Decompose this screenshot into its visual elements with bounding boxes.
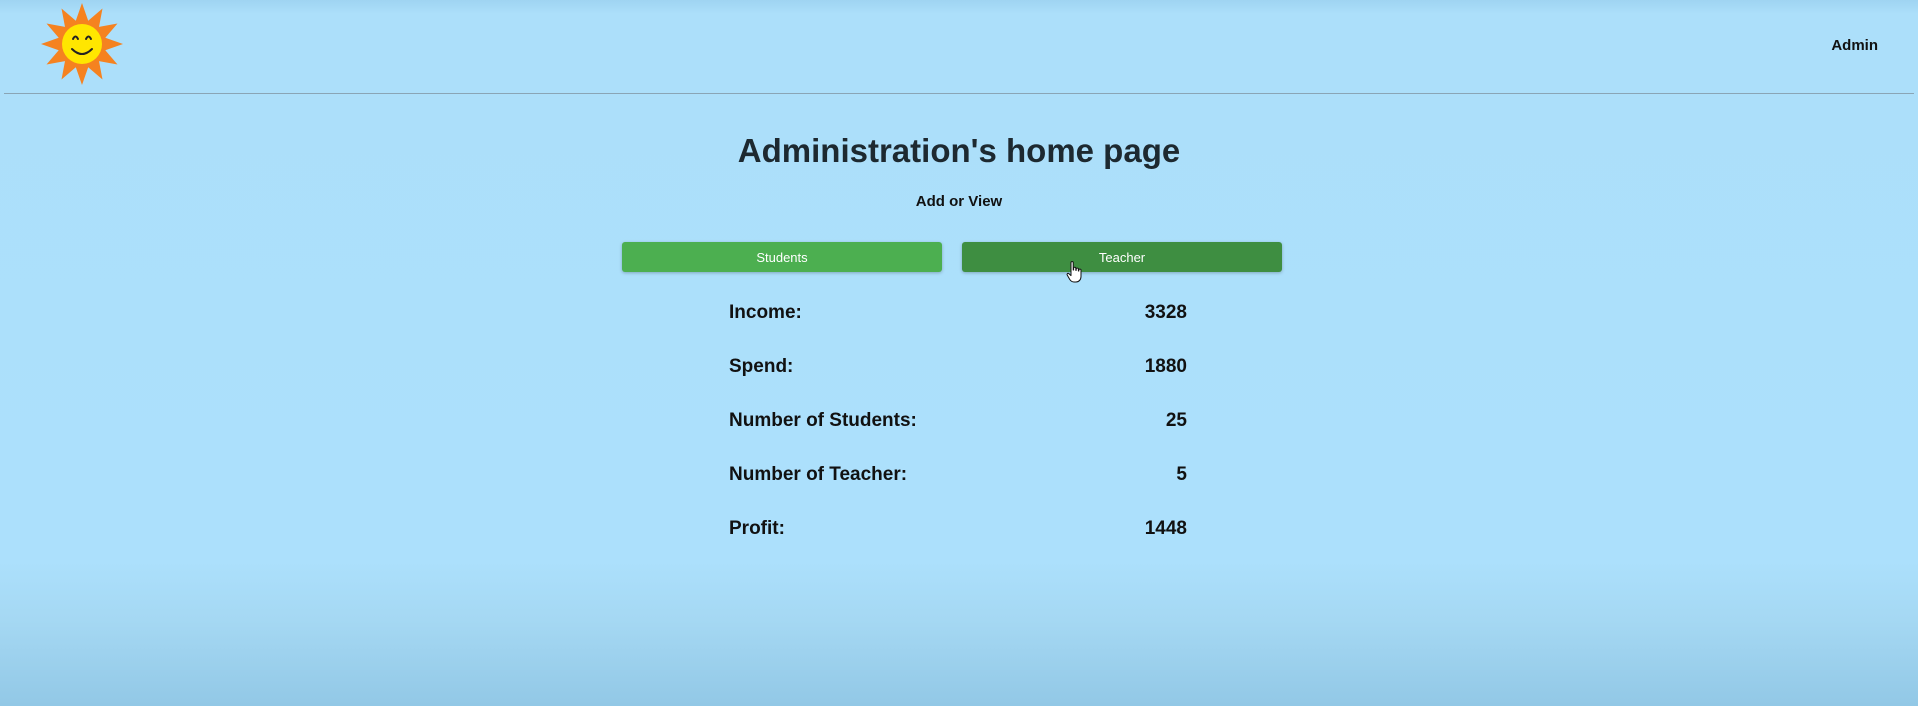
stat-row-profit: Profit: 1448 bbox=[729, 518, 1187, 572]
hand-pointer-cursor-icon bbox=[1066, 261, 1082, 283]
spend-label: Spend: bbox=[729, 356, 794, 377]
admin-link[interactable]: Admin bbox=[1831, 37, 1878, 54]
number-of-teacher-value: 5 bbox=[1176, 464, 1187, 485]
stat-row-number-of-students: Number of Students: 25 bbox=[729, 410, 1187, 464]
teacher-button[interactable]: Teacher bbox=[962, 242, 1282, 272]
profit-value: 1448 bbox=[1144, 518, 1187, 539]
number-of-teacher-label: Number of Teacher: bbox=[729, 464, 908, 485]
students-button[interactable]: Students bbox=[622, 242, 942, 272]
stat-row-income: Income: 3328 bbox=[729, 302, 1187, 356]
header-divider bbox=[4, 93, 1914, 94]
stat-row-spend: Spend: 1880 bbox=[729, 356, 1187, 410]
page-title: Administration's home page bbox=[737, 132, 1181, 169]
income-value: 3328 bbox=[1144, 302, 1187, 323]
spend-value: 1880 bbox=[1144, 356, 1187, 377]
profit-label: Profit: bbox=[729, 518, 785, 539]
statistics-table: Income: 3328 Spend: 1880 Number of Stude… bbox=[729, 302, 1187, 572]
top-header: Admin bbox=[0, 0, 1918, 94]
add-or-view-subtitle: Add or View bbox=[915, 193, 1003, 210]
smiling-sun-icon[interactable] bbox=[40, 2, 124, 86]
income-label: Income: bbox=[729, 302, 802, 323]
number-of-students-value: 25 bbox=[1165, 410, 1187, 431]
number-of-students-label: Number of Students: bbox=[729, 410, 917, 431]
stat-row-number-of-teacher: Number of Teacher: 5 bbox=[729, 464, 1187, 518]
